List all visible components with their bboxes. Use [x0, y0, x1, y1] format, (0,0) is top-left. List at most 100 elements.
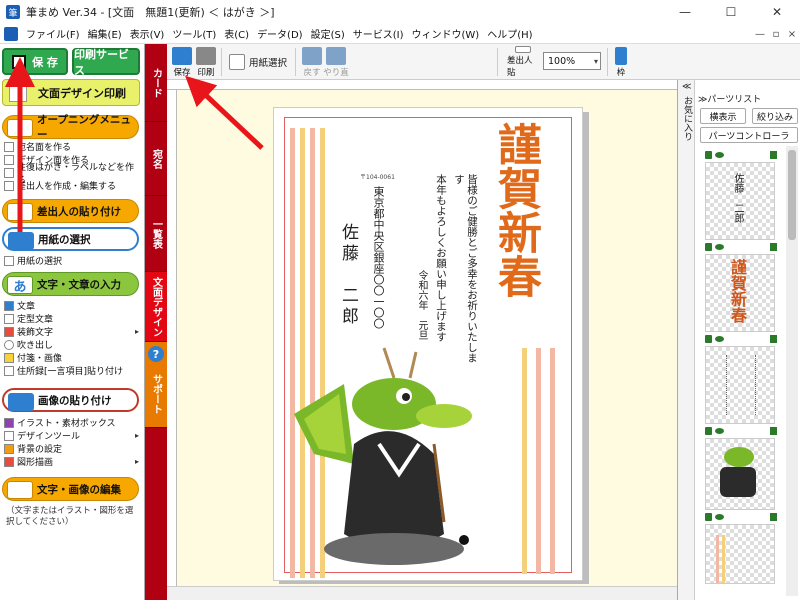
eye-icon[interactable] — [715, 514, 724, 520]
filter-button[interactable]: 絞り込み — [752, 108, 798, 124]
list-item[interactable]: 装飾文字 ▸ — [4, 325, 142, 338]
toolbar-paper-select-button[interactable]: 用紙選択 — [229, 52, 287, 72]
sender-paste-button[interactable]: 差出人の貼り付け — [2, 199, 139, 223]
trash-icon[interactable] — [770, 427, 777, 435]
list-item[interactable]: 定型文章 — [4, 312, 142, 325]
minimize-button[interactable]: — — [662, 0, 708, 24]
lock-icon[interactable] — [705, 243, 712, 251]
date-line[interactable]: 令和六年 元旦 — [414, 270, 429, 340]
eye-icon[interactable] — [715, 244, 724, 250]
eye-icon[interactable] — [715, 428, 724, 434]
list-item[interactable]: 往復はがき・ラベルなどを作る — [4, 163, 142, 186]
part-thumbnail[interactable] — [705, 346, 775, 424]
list-item[interactable]: 文章 — [4, 299, 142, 312]
edit-button[interactable]: 文字・画像の編集 — [2, 477, 139, 501]
horizontal-ruler — [167, 80, 677, 90]
postal-code[interactable]: 〒104-0061 — [360, 172, 395, 181]
frame-button[interactable]: 枠 — [611, 46, 631, 78]
doc-minimize-button[interactable]: — — [752, 24, 768, 44]
menu-file[interactable]: ファイル(F) — [22, 26, 84, 41]
list-item[interactable]: 付箋・画像 — [4, 351, 142, 364]
close-button[interactable]: ✕ — [754, 0, 800, 24]
lock-icon[interactable] — [705, 335, 712, 343]
menu-window[interactable]: ウィンドウ(W) — [408, 26, 484, 41]
trash-icon[interactable] — [770, 513, 777, 521]
menu-tools[interactable]: ツール(T) — [168, 26, 220, 41]
horizontal-view-button[interactable]: 横表示 — [700, 108, 746, 124]
document-icon[interactable] — [4, 26, 18, 41]
part-thumbnail[interactable]: 謹賀新春 — [705, 254, 775, 332]
greeting-line[interactable]: 皆様のご健勝とご多幸をお祈りいたします — [452, 174, 478, 364]
tab-list[interactable]: 一覧表 — [145, 196, 167, 272]
eye-icon[interactable] — [715, 336, 724, 342]
greeting-line[interactable]: 本年もよろしくお願い申し上げます — [434, 174, 447, 364]
thumbnail-stripe — [716, 535, 719, 583]
parts-list-scrollbar[interactable] — [786, 146, 798, 596]
print-service-button[interactable]: 印刷サービス — [72, 48, 140, 77]
favorites-tab[interactable]: ≪ お気に入り — [678, 80, 695, 600]
menu-help[interactable]: ヘルプ(H) — [483, 26, 536, 41]
text-input-button[interactable]: あ 文字・文章の入力 — [2, 272, 139, 296]
sticky-note-icon — [4, 352, 14, 363]
opening-menu-button[interactable]: オープニングメニュー — [2, 114, 139, 141]
recipient-address[interactable]: 東京都中央区銀座〇〇一〇〇 — [372, 186, 385, 329]
parts-list-label[interactable]: ≫パーツリスト — [698, 92, 761, 105]
zoom-select[interactable]: 100% ▾ — [543, 52, 601, 70]
lock-icon[interactable] — [705, 513, 712, 521]
save-button[interactable]: 保 存 — [2, 48, 68, 75]
menu-edit[interactable]: 編集(E) — [84, 26, 126, 41]
menu-view[interactable]: 表示(V) — [126, 26, 169, 41]
design-print-button[interactable]: 文面デザイン印刷 — [2, 79, 140, 106]
list-item[interactable]: 吹き出し — [4, 338, 142, 351]
horizontal-scrollbar[interactable] — [167, 586, 677, 600]
menu-data[interactable]: データ(D) — [253, 26, 307, 41]
redo-button[interactable]: やり直 — [323, 46, 349, 78]
submenu-arrow-icon: ▸ — [134, 327, 139, 336]
tab-address[interactable]: 宛名 — [145, 122, 167, 196]
doc-restore-button[interactable]: ▫ — [768, 24, 784, 44]
dragon-robe — [344, 431, 444, 549]
dragon-illustration[interactable] — [284, 344, 504, 574]
recipient-name[interactable]: 佐藤 二郎 — [336, 223, 361, 328]
part-controls — [705, 426, 777, 436]
part-controls — [705, 334, 777, 344]
eye-icon[interactable] — [715, 152, 724, 158]
list-item[interactable]: イラスト・素材ボックス — [4, 416, 142, 429]
paper-select-button[interactable]: 用紙の選択 — [2, 227, 139, 251]
lock-icon[interactable] — [705, 427, 712, 435]
toolbar-sender-paste-button[interactable]: 差出人貼 — [507, 46, 539, 78]
part-thumbnail[interactable]: 佐藤 二郎 — [705, 162, 775, 240]
parts-controller-button[interactable]: パーツコントローラ — [700, 127, 798, 143]
lock-icon[interactable] — [705, 151, 712, 159]
list-item[interactable]: 用紙の選択 — [4, 254, 142, 267]
toolbar-print-button[interactable]: 印刷 — [195, 46, 217, 78]
trash-icon[interactable] — [770, 151, 777, 159]
menu-settings[interactable]: 設定(S) — [307, 26, 349, 41]
list-item[interactable]: 住所録[一言項目]貼り付け — [4, 364, 142, 377]
scroll-thumb[interactable] — [788, 150, 796, 240]
list-item[interactable]: 宛名面を作る — [4, 140, 142, 153]
doc-close-button[interactable]: × — [784, 24, 800, 44]
tab-card[interactable]: カード — [145, 44, 167, 122]
list-item[interactable]: デザインツール ▸ — [4, 429, 142, 442]
stripe-decoration — [536, 348, 541, 574]
trash-icon[interactable] — [770, 243, 777, 251]
menu-table[interactable]: 表(C) — [220, 26, 253, 41]
undo-button[interactable]: 戻す — [301, 46, 323, 78]
help-icon[interactable]: ? — [148, 346, 164, 362]
new-year-greeting-kanji[interactable]: 謹賀新春 — [490, 122, 541, 298]
maximize-button[interactable]: ☐ — [708, 0, 754, 24]
trash-icon[interactable] — [770, 335, 777, 343]
part-thumbnail[interactable] — [705, 438, 775, 510]
list-item[interactable]: 背景の設定 — [4, 442, 142, 455]
image-paste-button[interactable]: 画像の貼り付け — [2, 388, 139, 412]
part-thumbnail[interactable] — [705, 524, 775, 584]
list-item[interactable]: 図形描画 ▸ — [4, 455, 142, 468]
app-icon: 筆 — [6, 5, 20, 19]
frame-icon — [615, 47, 627, 65]
toolbar-save-button[interactable]: 保存 — [171, 46, 193, 78]
thumbnail-greeting-lines — [726, 355, 756, 415]
tab-design[interactable]: 文面デザイン — [145, 272, 167, 342]
postcard[interactable]: 〒104-0061 東京都中央区銀座〇〇一〇〇 佐藤 二郎 皆様のご健勝とご多幸… — [273, 107, 583, 581]
menu-service[interactable]: サービス(I) — [349, 26, 408, 41]
